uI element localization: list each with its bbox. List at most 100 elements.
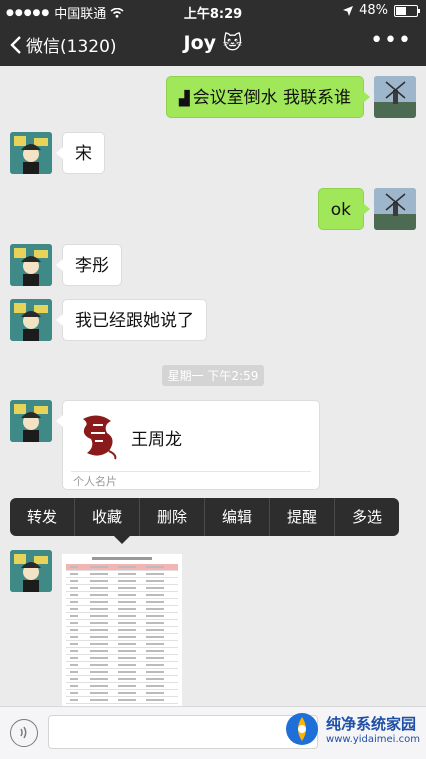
message-bubble-self[interactable]: ▟ 会议室倒水 我联系谁 <box>165 76 371 118</box>
doc-table-cell <box>70 636 78 638</box>
dragon-logo-icon <box>83 415 117 460</box>
doc-table-cell <box>70 573 78 575</box>
avatar-illustration-icon <box>10 400 52 442</box>
watermark-title: 纯净系统家园 <box>326 715 417 733</box>
menu-item-edit[interactable]: 编辑 <box>205 498 270 536</box>
doc-table-row <box>66 599 178 606</box>
doc-table-row <box>66 613 178 620</box>
doc-table-cell <box>146 629 164 631</box>
voice-input-button[interactable] <box>10 719 38 747</box>
doc-table-cell <box>90 664 108 666</box>
doc-table-cell <box>118 594 136 596</box>
doc-table-row <box>66 690 178 697</box>
doc-table-cell <box>90 580 108 582</box>
status-right: 48% <box>343 3 420 18</box>
doc-table-cell <box>90 608 108 610</box>
back-label: 微信(1320) <box>26 37 117 57</box>
doc-table-cell <box>118 650 136 652</box>
message-text: 李彤 <box>75 256 109 276</box>
more-dots-icon[interactable]: ••• <box>370 28 412 53</box>
doc-table-cell <box>90 622 108 624</box>
message-bubble-other[interactable]: 我已经跟她说了 <box>56 299 207 341</box>
doc-table-cell <box>90 615 108 617</box>
contact-avatar[interactable] <box>10 244 52 286</box>
doc-table-cell <box>118 587 136 589</box>
doc-table-row <box>66 634 178 641</box>
doc-table-row <box>66 655 178 662</box>
doc-table-cell <box>90 629 108 631</box>
doc-table-row <box>66 592 178 599</box>
doc-table-row <box>66 662 178 669</box>
time-divider-label: 星期一 下午2:59 <box>161 365 265 386</box>
doc-table-cell <box>70 657 78 659</box>
doc-table-row <box>66 627 178 634</box>
doc-table-cell <box>70 601 78 603</box>
message-bubble-other[interactable]: 宋 <box>56 132 105 174</box>
doc-table-cell <box>146 594 164 596</box>
doc-table-cell <box>146 678 164 680</box>
doc-table-row <box>66 641 178 648</box>
doc-table-cell <box>90 636 108 638</box>
doc-table-cell <box>146 650 164 652</box>
doc-table-cell <box>146 580 164 582</box>
chat-area[interactable]: ▟ 会议室倒水 我联系谁 宋 ok 李彤 我已经跟她说了 星期一 下午2:59 … <box>0 66 426 706</box>
doc-table-row <box>66 676 178 683</box>
menu-item-remind[interactable]: 提醒 <box>270 498 335 536</box>
message-text: 会议室倒水 我联系谁 <box>192 88 351 108</box>
menu-item-favorite[interactable]: 收藏 <box>75 498 140 536</box>
contact-avatar[interactable] <box>10 550 52 592</box>
doc-table-cell <box>118 566 136 568</box>
doc-table-cell <box>146 608 164 610</box>
doc-table-row <box>66 578 178 585</box>
menu-item-multiselect[interactable]: 多选 <box>335 498 399 536</box>
contact-avatar[interactable] <box>10 132 52 174</box>
self-avatar[interactable] <box>374 188 416 230</box>
watermark-text: 纯净系统家园 www.yidaimei.com <box>326 713 420 745</box>
doc-table-cell <box>70 699 78 701</box>
doc-table-row <box>66 571 178 578</box>
doc-table-cell <box>146 587 164 589</box>
menu-item-forward[interactable]: 转发 <box>10 498 75 536</box>
watermark: 纯净系统家园 www.yidaimei.com <box>284 711 420 747</box>
doc-table-cell <box>90 587 108 589</box>
self-avatar[interactable] <box>374 76 416 118</box>
doc-title-line <box>92 557 152 560</box>
back-button[interactable]: 微信(1320) <box>10 32 117 57</box>
doc-table-cell <box>118 573 136 575</box>
doc-table-cell <box>70 566 78 568</box>
doc-table-cell <box>70 580 78 582</box>
doc-table-cell <box>90 643 108 645</box>
menu-item-delete[interactable]: 删除 <box>140 498 205 536</box>
avatar-illustration-icon <box>10 299 52 341</box>
doc-table-cell <box>70 664 78 666</box>
contact-avatar[interactable] <box>10 400 52 442</box>
image-message[interactable] <box>62 554 182 706</box>
message-text: 我已经跟她说了 <box>75 311 194 331</box>
contact-avatar[interactable] <box>10 299 52 341</box>
doc-table-cell <box>118 685 136 687</box>
nav-bar: 微信(1320) Joy 🐱 ••• <box>0 22 426 66</box>
contact-card[interactable]: 王周龙 个人名片 <box>56 400 320 490</box>
battery-percent: 48% <box>359 3 388 18</box>
context-menu: 转发 收藏 删除 编辑 提醒 多选 <box>10 498 399 544</box>
doc-table-cell <box>146 622 164 624</box>
doc-table-cell <box>70 692 78 694</box>
status-bar: ●●●●● 中国联通 上午8:29 48% <box>0 0 426 22</box>
input-bar: 纯净系统家园 www.yidaimei.com <box>0 706 426 759</box>
doc-table-cell <box>118 629 136 631</box>
doc-table-cell <box>118 664 136 666</box>
doc-table-cell <box>118 671 136 673</box>
avatar-illustration-icon <box>10 244 52 286</box>
message-input[interactable] <box>48 715 318 749</box>
doc-table-cell <box>90 678 108 680</box>
doc-table-row <box>66 697 178 704</box>
doc-table-cell <box>146 643 164 645</box>
doc-table-row <box>66 585 178 592</box>
doc-table-cell <box>118 580 136 582</box>
doc-table-row <box>66 648 178 655</box>
message-bubble-self[interactable]: ok <box>317 188 371 230</box>
doc-table-cell <box>146 664 164 666</box>
message-bubble-other[interactable]: 李彤 <box>56 244 122 286</box>
doc-table-cell <box>146 671 164 673</box>
doc-table-cell <box>70 594 78 596</box>
